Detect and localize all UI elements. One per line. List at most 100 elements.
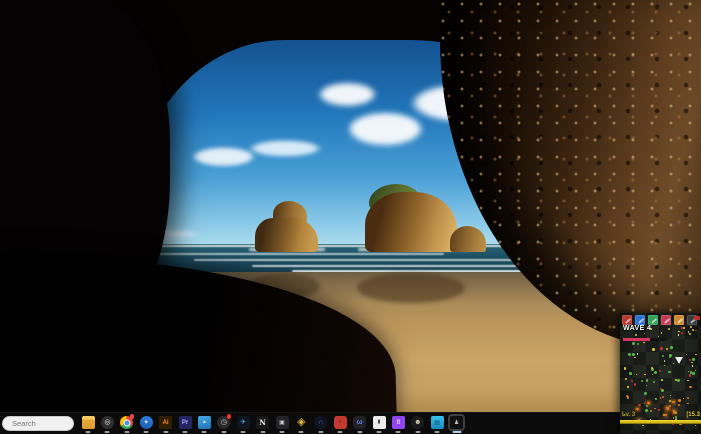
game-particle (654, 408, 656, 410)
game-particle (644, 374, 645, 375)
running-indicator (415, 431, 420, 433)
game-overlay-window[interactable]: WAVE 4 Lv. 3 [15.3 (620, 313, 701, 434)
chrome-icon[interactable] (120, 416, 133, 429)
rock-reflection (357, 273, 465, 303)
game-particle (690, 326, 692, 328)
reader-app-icon-glyph: ▤ (434, 420, 440, 426)
running-indicator (202, 431, 207, 433)
game-particle (652, 374, 654, 376)
game-particle (632, 342, 635, 345)
gold-diamond-app-icon[interactable]: ◈ (295, 416, 308, 429)
premiere-pro-icon[interactable]: Pr (179, 416, 192, 429)
game-particle (666, 348, 668, 350)
game-particle (654, 371, 657, 374)
telegram-icon[interactable]: ✈ (237, 416, 250, 429)
box-app-icon-glyph: ▣ (279, 420, 285, 426)
wave-progress-bar (623, 338, 667, 341)
game-particle (644, 403, 646, 405)
game-particle (645, 409, 648, 412)
game-particle (689, 333, 691, 335)
game-particle (628, 353, 631, 356)
running-indicator (221, 431, 226, 433)
notes-app-icon-glyph: ▮ (378, 420, 381, 425)
game-particle (689, 359, 691, 361)
file-explorer-icon[interactable] (82, 416, 95, 429)
game-particle (687, 403, 689, 405)
game-particle (692, 329, 694, 331)
steam-icon-glyph: ✦ (144, 420, 149, 426)
hp-bar (694, 316, 700, 320)
game-particle (638, 404, 640, 406)
game-particle (627, 396, 629, 398)
game-particle (643, 342, 645, 344)
weapon-glyph (677, 318, 683, 323)
game-particle (672, 401, 674, 403)
premiere-pro-icon-glyph: Pr (182, 420, 188, 426)
weapon-slot (635, 315, 645, 325)
surf-line (144, 253, 444, 255)
arc-browser-icon[interactable]: ∩ (314, 416, 327, 429)
game-particle (627, 386, 629, 388)
running-indicator (377, 431, 382, 433)
game-app-icon-glyph: ♟ (454, 420, 459, 426)
notification-badge (227, 414, 232, 419)
running-indicator (124, 431, 129, 433)
discord-icon[interactable]: ω (353, 416, 366, 429)
wave-label: WAVE 4 (623, 325, 651, 332)
notion-icon-glyph: N (259, 419, 265, 426)
game-particle (695, 370, 696, 371)
illustrator-icon-glyph: Ai (163, 420, 169, 426)
game-particle (677, 379, 680, 382)
steam-icon[interactable]: ✦ (140, 416, 153, 429)
clock-app-icon[interactable]: ◷ (217, 416, 230, 429)
camera-app-icon[interactable]: ▪ (334, 416, 347, 429)
search-input[interactable] (2, 416, 74, 431)
twitch-icon[interactable]: ‼ (392, 416, 405, 429)
notion-icon[interactable]: N (256, 416, 269, 429)
game-particle (661, 332, 662, 333)
game-particle (687, 380, 689, 382)
running-indicator (144, 431, 149, 433)
rock-stack-large (365, 192, 457, 252)
game-particle (662, 355, 664, 357)
twitch-icon-glyph: ‼ (397, 420, 401, 426)
game-particle (695, 425, 696, 426)
game-particle (687, 397, 689, 399)
game-particle (641, 380, 643, 382)
reader-app-icon[interactable]: ▤ (431, 416, 444, 429)
running-indicator (338, 431, 343, 433)
game-particle (625, 378, 627, 380)
weapon-glyph (625, 318, 631, 323)
game-particle (686, 354, 687, 355)
obs-studio-icon[interactable]: ◎ (101, 416, 114, 429)
running-indicator (318, 431, 323, 433)
game-particle (695, 354, 696, 355)
running-indicator (183, 431, 188, 433)
game-particle (673, 363, 674, 364)
game-particle (669, 400, 671, 402)
game-particle (689, 386, 691, 388)
game-particle (632, 353, 635, 356)
game-particle (678, 404, 680, 406)
photos-app-icon[interactable]: ▲ (198, 416, 211, 429)
game-particle (634, 383, 636, 385)
game-particle (647, 402, 650, 405)
camera-app-icon-glyph: ▪ (339, 420, 341, 425)
game-particle (678, 334, 679, 335)
game-particle (651, 367, 653, 369)
box-app-icon[interactable]: ▣ (276, 416, 289, 429)
rock-stack-small (255, 218, 318, 252)
player-marker-icon (675, 357, 683, 364)
surf-line (194, 259, 539, 261)
game-particle (673, 417, 675, 419)
game-particle (636, 374, 637, 375)
weapon-slot (648, 315, 658, 325)
game-particle (691, 362, 692, 363)
game-particle (646, 385, 647, 386)
game-particle (660, 397, 662, 399)
illustrator-icon[interactable]: Ai (159, 416, 172, 429)
notes-app-icon[interactable]: ▮ (373, 416, 386, 429)
game-app-icon[interactable]: ♟ (450, 416, 463, 429)
wave-progress-fill (623, 338, 650, 341)
github-icon[interactable]: ☻ (411, 416, 424, 429)
